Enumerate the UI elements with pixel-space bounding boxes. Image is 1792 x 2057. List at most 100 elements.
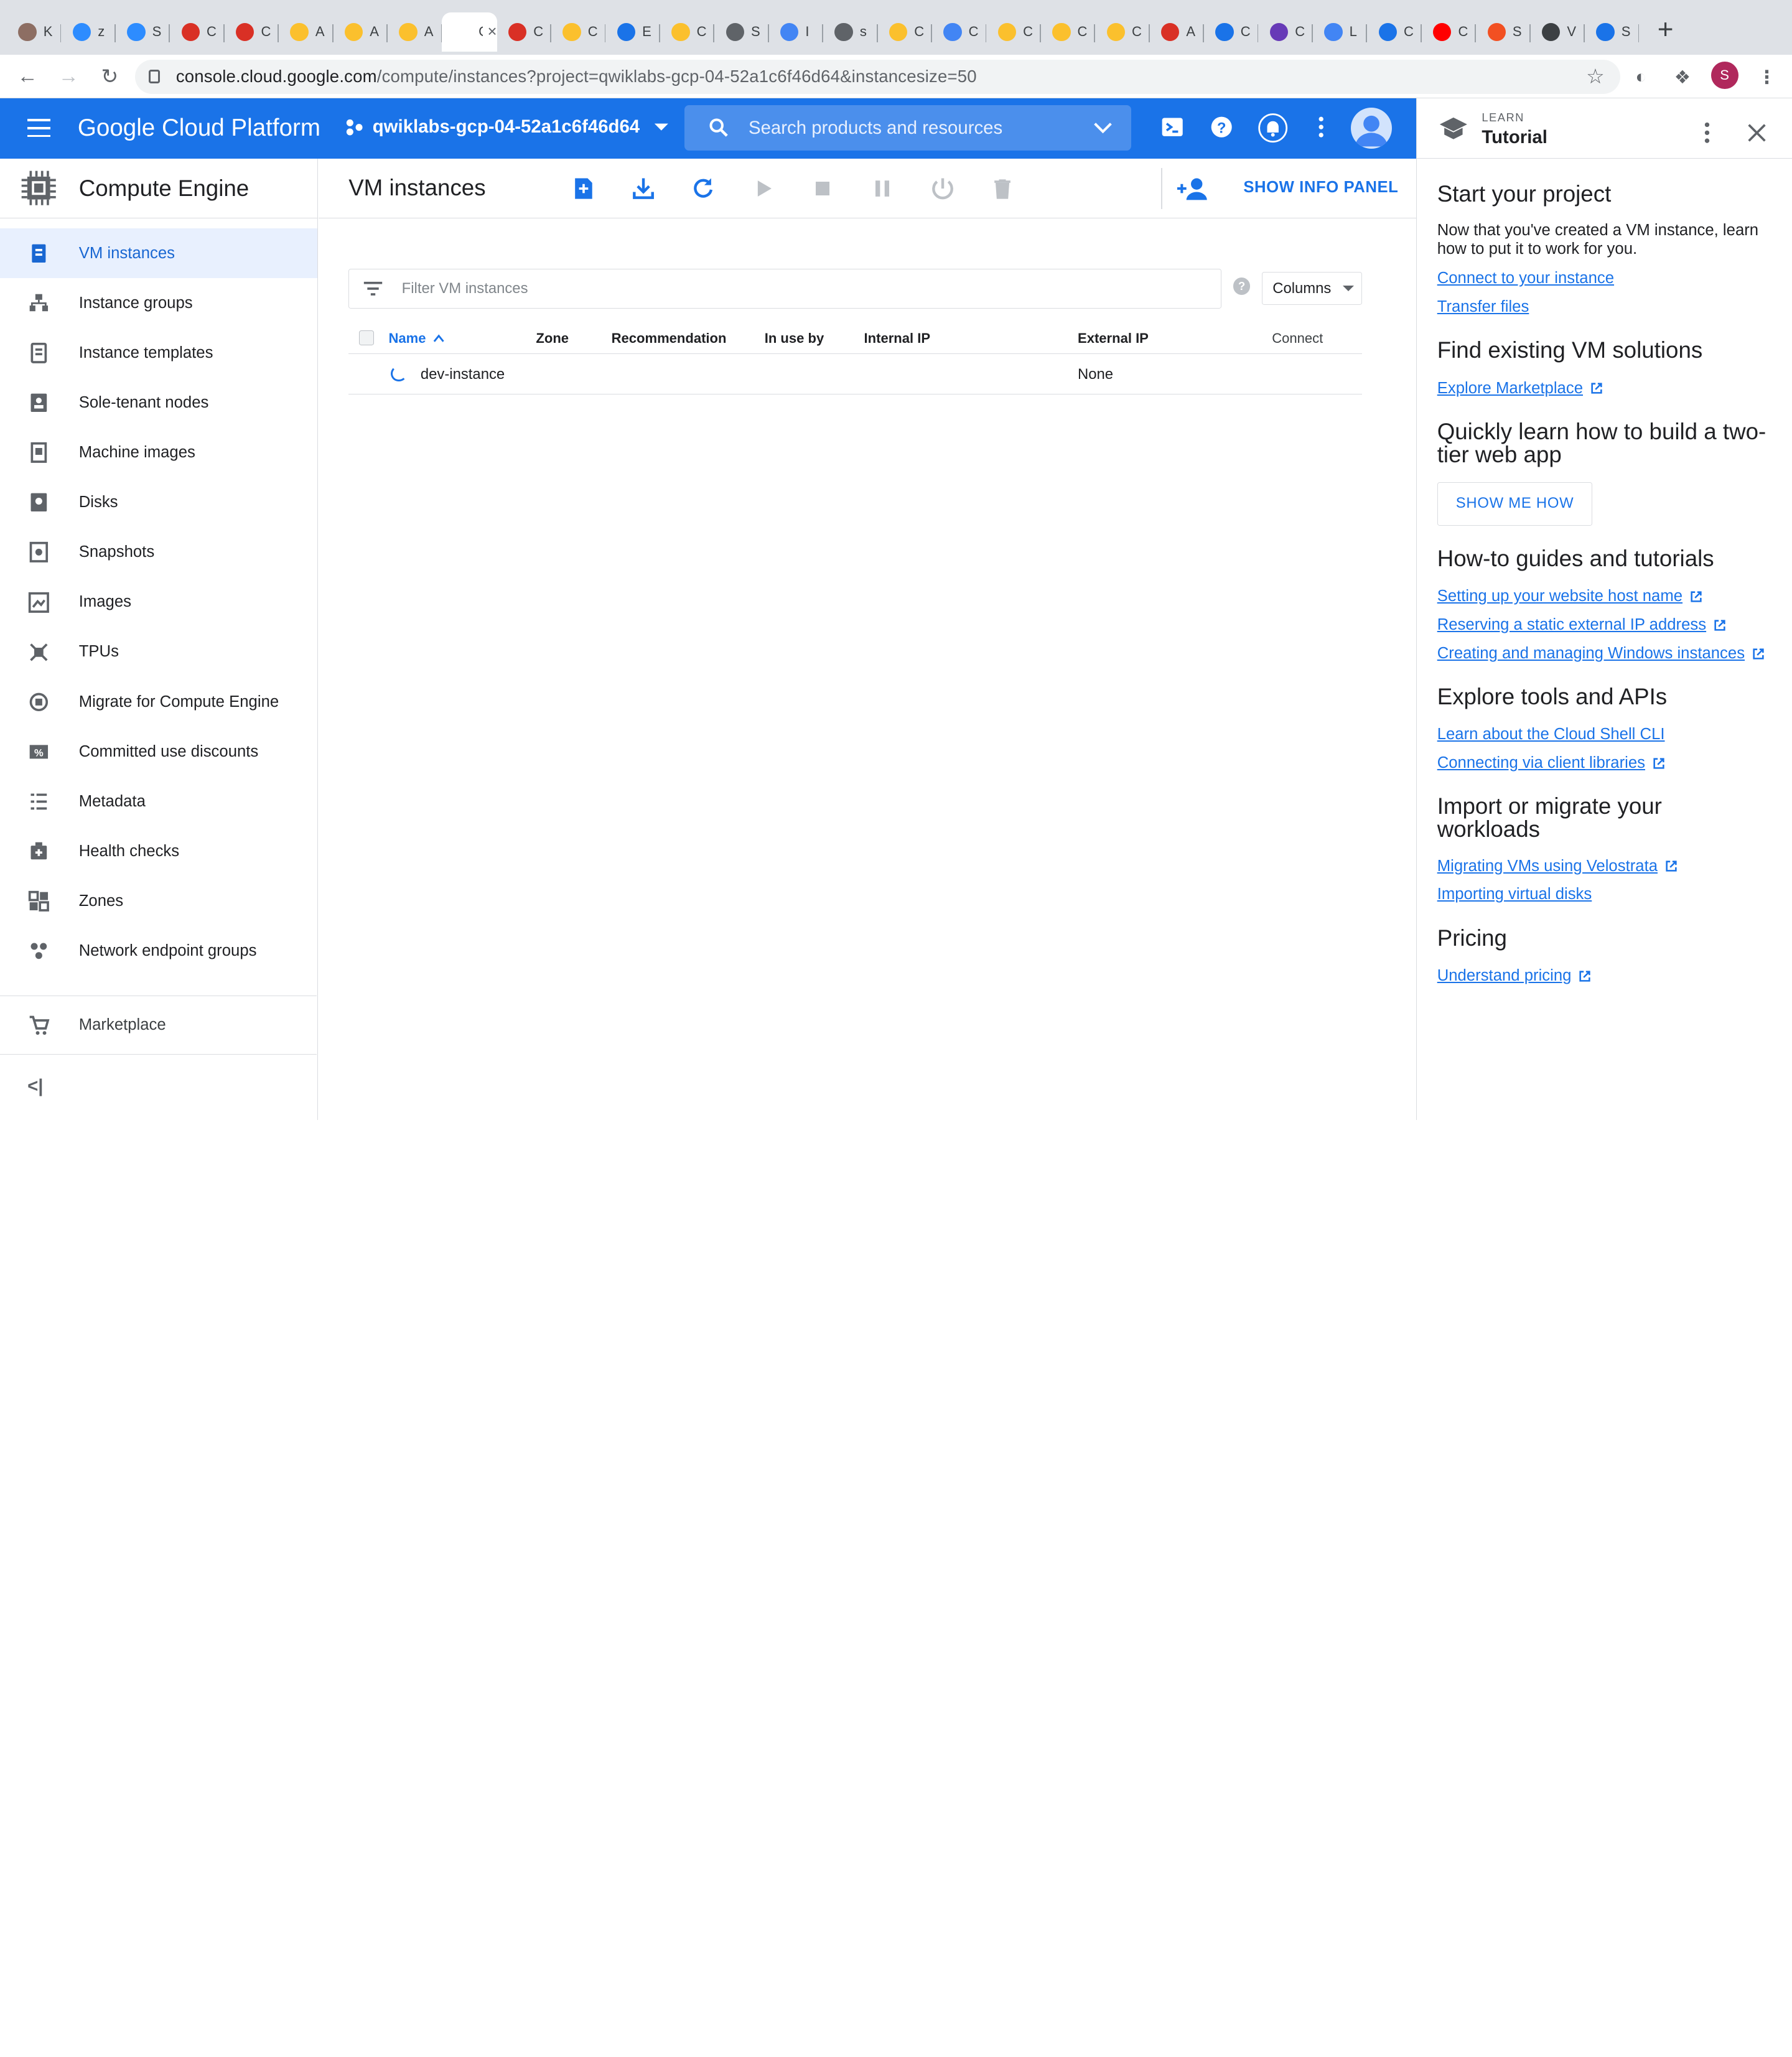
menu-icon[interactable] [27,119,50,143]
browser-tab[interactable]: A [279,12,333,51]
understand-pricing-link[interactable]: Understand pricing [1437,967,1592,985]
suspend-icon[interactable] [869,175,896,202]
browser-tab[interactable]: C [1095,12,1149,51]
browser-tab[interactable]: C [551,12,605,51]
nav-item-network-endpoint-groups[interactable]: Network endpoint groups [0,926,317,976]
start-icon[interactable] [750,175,777,202]
browser-menu-icon[interactable]: ⋮ [1758,67,1776,88]
guide-link-static-ip[interactable]: Reserving a static external IP address [1437,616,1727,634]
delete-icon[interactable] [989,175,1016,202]
collapse-nav-icon[interactable]: <| [27,1076,43,1097]
browser-tab[interactable]: C [932,12,986,51]
nav-item-vm-instances[interactable]: VM instances [0,228,317,279]
browser-tab[interactable]: A [334,12,388,51]
nav-item-health-checks[interactable]: Health checks [0,826,317,876]
filter-help-icon[interactable]: ? [1233,278,1251,295]
browser-tab[interactable]: L [1313,12,1367,51]
nav-item-images[interactable]: Images [0,577,317,627]
nav-item-machine-images[interactable]: Machine images [0,428,317,478]
add-member-icon[interactable] [1177,175,1209,202]
guide-link-windows[interactable]: Creating and managing Windows instances [1437,645,1765,663]
gcp-brand[interactable]: Google Cloud Platform [78,114,320,142]
profile-avatar[interactable]: S [1710,62,1738,90]
show-me-how-button[interactable]: SHOW ME HOW [1437,482,1593,526]
forward-icon[interactable]: → [48,65,89,88]
browser-tab[interactable]: A [388,12,442,51]
reload-icon[interactable]: ↻ [89,64,130,89]
importing-disks-link[interactable]: Importing virtual disks [1437,885,1592,903]
nav-item-committed-use-discounts[interactable]: % Committed use discounts [0,727,317,777]
bookmark-star-icon[interactable]: ☆ [1586,64,1605,89]
address-bar[interactable]: console.cloud.google.com/compute/instanc… [134,59,1621,94]
browser-tab[interactable]: S [1585,12,1639,51]
browser-tab[interactable]: A [1150,12,1204,51]
extension-icon[interactable]: ◐ [1635,67,1646,88]
tab-close-icon[interactable]: × [488,23,497,41]
browser-tab[interactable]: s [823,12,877,51]
col-in-use-by-header[interactable]: In use by [765,330,824,347]
refresh-icon[interactable] [689,175,717,202]
nav-item-zones[interactable]: Zones [0,876,317,926]
stop-icon[interactable] [809,175,836,202]
browser-tab[interactable]: S [714,12,768,51]
nav-item-tpus[interactable]: TPUs [0,627,317,677]
explore-marketplace-link[interactable]: Explore Marketplace [1437,380,1603,398]
more-vert-icon[interactable] [1307,114,1335,142]
nav-item-instance-templates[interactable]: Instance templates [0,328,317,378]
import-vm-icon[interactable] [630,175,657,202]
browser-tab[interactable]: S [1476,12,1530,51]
nav-item-disks[interactable]: Disks [0,478,317,528]
table-row[interactable]: dev-instance None [348,354,1363,394]
browser-tab[interactable]: C [1041,12,1095,51]
puzzle-icon[interactable]: ❖ [1674,67,1691,88]
search-input[interactable]: Search products and resources [684,105,1132,151]
client-libraries-link[interactable]: Connecting via client libraries [1437,754,1666,772]
browser-tab[interactable]: C [1422,12,1476,51]
nav-item-migrate-for-compute-engine[interactable]: Migrate for Compute Engine [0,677,317,727]
col-name-header[interactable]: Name [388,330,444,347]
instance-name[interactable]: dev-instance [421,366,505,383]
col-zone-header[interactable]: Zone [536,330,569,347]
browser-tab[interactable]: z [61,12,116,51]
select-all-checkbox[interactable] [358,330,374,345]
browser-tab[interactable]: K [7,12,61,51]
nav-item-snapshots[interactable]: Snapshots [0,528,317,577]
nav-item-sole-tenant-nodes[interactable]: Sole-tenant nodes [0,378,317,428]
nav-item-marketplace[interactable]: Marketplace [0,995,317,1055]
columns-button[interactable]: Columns [1261,272,1363,306]
browser-tab[interactable]: C [225,12,279,51]
col-external-ip-header[interactable]: External IP [1078,330,1149,347]
back-icon[interactable]: ← [7,65,48,88]
reset-icon[interactable] [929,175,956,202]
browser-tab[interactable]: C [878,12,932,51]
velostrata-link[interactable]: Migrating VMs using Velostrata [1437,857,1678,875]
browser-tab[interactable]: C [1367,12,1421,51]
browser-tab-active[interactable]: G× [442,12,497,52]
transfer-files-link[interactable]: Transfer files [1437,298,1529,316]
cloud-shell-icon[interactable] [1159,114,1186,142]
browser-tab[interactable]: C [1204,12,1258,51]
help-icon[interactable]: ? [1208,114,1235,142]
browser-tab[interactable]: I [769,12,823,51]
new-tab-icon[interactable]: + [1658,14,1674,45]
close-icon[interactable] [1747,123,1767,143]
browser-tab[interactable]: C [986,12,1041,51]
browser-tab[interactable]: C [497,12,551,51]
guide-link-host-name[interactable]: Setting up your website host name [1437,587,1703,605]
nav-item-instance-groups[interactable]: Instance groups [0,278,317,328]
browser-tab[interactable]: C [660,12,714,51]
filter-input[interactable]: Filter VM instances [348,268,1222,309]
connect-instance-link[interactable]: Connect to your instance [1437,269,1614,287]
nav-item-metadata[interactable]: Metadata [0,777,317,826]
project-selector[interactable]: qwiklabs-gcp-04-52a1c6f46d64 [345,116,670,138]
create-instance-icon[interactable] [569,175,597,202]
more-vert-icon[interactable] [1704,121,1710,144]
col-recommendation-header[interactable]: Recommendation [612,330,727,347]
browser-tab[interactable]: S [116,12,170,51]
account-avatar[interactable] [1350,107,1393,149]
browser-tab[interactable]: E [605,12,660,51]
col-internal-ip-header[interactable]: Internal IP [864,330,931,347]
browser-tab[interactable]: V [1531,12,1585,51]
cloud-shell-cli-link[interactable]: Learn about the Cloud Shell CLI [1437,725,1665,744]
show-info-panel-button[interactable]: SHOW INFO PANEL [1243,179,1398,197]
